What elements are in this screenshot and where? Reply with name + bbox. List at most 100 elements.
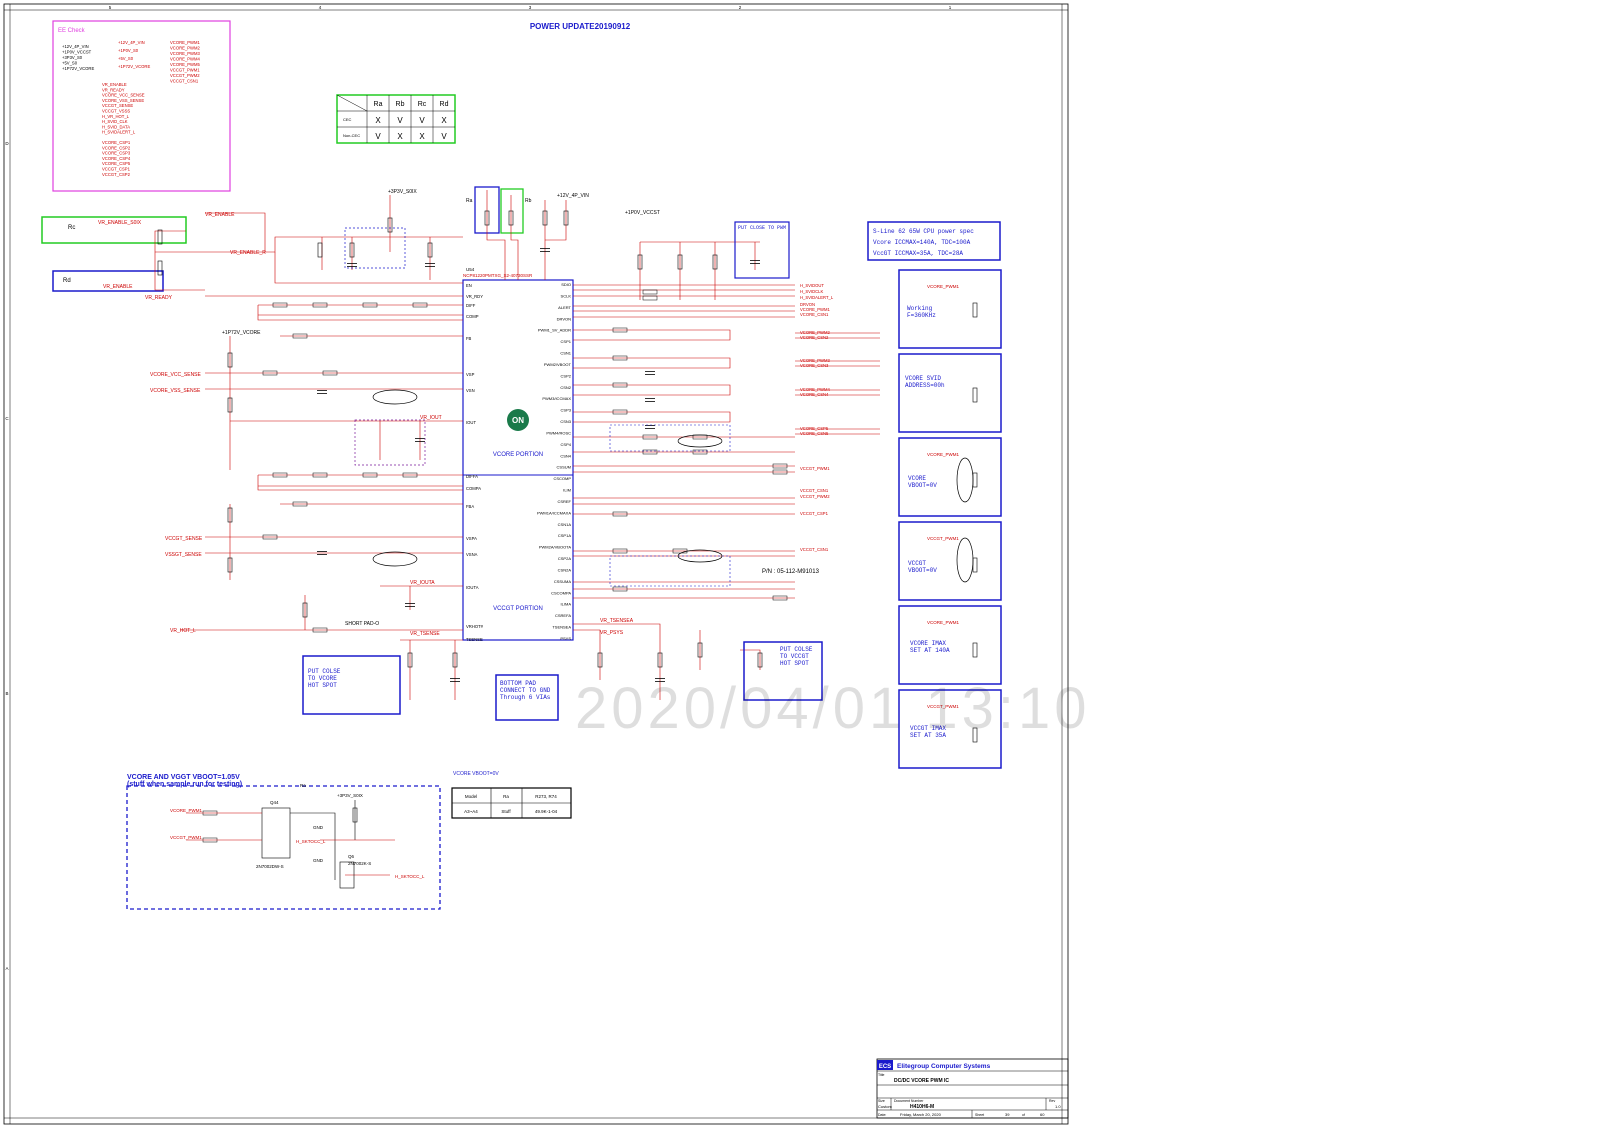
svg-text:VCORE_PWM1: VCORE_PWM1 bbox=[927, 284, 960, 289]
svg-text:VR_ENABLE_S0IX: VR_ENABLE_S0IX bbox=[98, 220, 142, 226]
resistor-symbol bbox=[972, 557, 978, 573]
ic-pin-right: PWM1_SV_ADDR bbox=[538, 328, 571, 333]
right-net: H_SVIDALERT_L bbox=[800, 295, 834, 300]
svg-text:VR_PSYS: VR_PSYS bbox=[600, 630, 624, 636]
rtable-header: Rd bbox=[440, 101, 449, 108]
svg-text:Ra: Ra bbox=[466, 198, 473, 204]
rtable-cell: V bbox=[441, 132, 447, 141]
border-col-3: 3 bbox=[529, 5, 532, 10]
ic-pin-right: PSYS bbox=[560, 636, 571, 641]
svg-text:of: of bbox=[1022, 1113, 1025, 1117]
svg-text:VR_TSENSEA: VR_TSENSEA bbox=[600, 618, 634, 624]
sheet-number: 39 bbox=[1005, 1112, 1010, 1117]
right-net: VCCGT_PWM2 bbox=[800, 494, 830, 499]
ee-csp-net: VCORE_CSP1 bbox=[102, 140, 131, 145]
right-net: VCCGT_PWM1 bbox=[800, 466, 830, 471]
right-net: VCORE_CSN5 bbox=[800, 431, 829, 436]
svg-text:VCCGT_PWM1: VCCGT_PWM1 bbox=[927, 536, 959, 541]
svg-text:Q6: Q6 bbox=[348, 854, 355, 859]
ic-part-number: NCP81220PMTXG_S2-40730SSR bbox=[463, 273, 533, 278]
ee-pwm-net: VCORE_PWM5 bbox=[170, 62, 200, 67]
ee-check-box: EE Check +12V_4P_VIN+1P0V_VCCST+3P3V_S0+… bbox=[52, 20, 231, 192]
svg-text:VCORE_PWM1: VCORE_PWM1 bbox=[170, 808, 203, 813]
ee-pwm-net: VCCGT_PWM2 bbox=[170, 73, 200, 78]
vboot-table-cell: 49.9K-1-04 bbox=[535, 809, 558, 814]
svg-text:S-Line 62 65W CPU power spec: S-Line 62 65W CPU power spec bbox=[873, 228, 974, 235]
svg-text:VR_IOUTA: VR_IOUTA bbox=[410, 580, 435, 586]
revision: 1.0 bbox=[1055, 1104, 1061, 1109]
resistor-symbol bbox=[972, 387, 978, 403]
timestamp-watermark: 2020/04/01 13:10 bbox=[575, 676, 1091, 741]
ee-csp-net: VCCGT_CSP1 bbox=[102, 167, 131, 172]
svg-text:Ra: Ra bbox=[300, 783, 306, 788]
vcore-vcc-sense-label: VCORE_VCC_SENSE bbox=[150, 372, 202, 378]
right-net: VCORE_CSN2 bbox=[800, 335, 829, 340]
rtable-cell: X bbox=[397, 132, 403, 141]
ic-pin-right: CSP4 bbox=[561, 442, 572, 447]
rtable-cell: V bbox=[375, 132, 381, 141]
svg-text:Rd: Rd bbox=[63, 278, 71, 284]
svg-text:Rev: Rev bbox=[1049, 1099, 1055, 1103]
ic-pin-right: CSP1A bbox=[558, 533, 571, 538]
resistor-symbol bbox=[642, 289, 658, 295]
ee-rail-list: +12V_4P_VIN+1P0V_VCCST+3P3V_S0+5V_S0+1P7… bbox=[62, 44, 94, 71]
svg-text:+1P72V_VCORE: +1P72V_VCORE bbox=[222, 330, 261, 336]
working-frequency: Working F=360KHz bbox=[907, 305, 936, 319]
ic-pin-right: PWM2/VBOOT bbox=[544, 362, 572, 367]
ee-enable-net: VCCGT_SENSE bbox=[102, 103, 133, 108]
ee-pwm-net: VCORE_PWM3 bbox=[170, 51, 200, 56]
resistor-symbol bbox=[157, 229, 163, 245]
ee-enable-net: VR_ENABLE bbox=[102, 82, 127, 87]
ee-rail: +1P72V_VCORE bbox=[62, 66, 94, 71]
rtable-cell: V bbox=[419, 116, 425, 125]
svg-text:H_SKTOCC_L: H_SKTOCC_L bbox=[395, 874, 425, 879]
svg-text:Date:: Date: bbox=[878, 1113, 886, 1117]
ee-pwm-net: VCCGT_CSN1 bbox=[170, 79, 199, 84]
ic-pin-left: DIFFA bbox=[466, 474, 478, 479]
ee-enable-net: H_SVIDALERT_L bbox=[102, 130, 136, 135]
ic-pin-left: EN bbox=[466, 283, 472, 288]
rd-option-box: Rd VR_ENABLE bbox=[52, 270, 164, 292]
ee-rail-net: +5V_S0 bbox=[118, 56, 134, 61]
ic-pin-left: COMP bbox=[466, 314, 479, 319]
vboot-table-cell: R273, R74 bbox=[535, 794, 557, 799]
ic-pin-left: VSN bbox=[466, 388, 475, 393]
ee-enable-net: VCCGT_VSSS bbox=[102, 109, 130, 114]
svg-text:SHORT PAD-O: SHORT PAD-O bbox=[345, 621, 379, 627]
ic-pin-right: ALERT bbox=[558, 305, 571, 310]
border-column-labels: 5 4 3 2 1 bbox=[109, 5, 952, 10]
vcore-vss-sense-label: VCORE_VSS_SENSE bbox=[150, 388, 201, 394]
rtable-cell: X bbox=[419, 132, 425, 141]
ee-csp-net: VCORE_CSP4 bbox=[102, 156, 131, 161]
vssgt-sense-label: VSSGT_SENSE bbox=[165, 552, 202, 558]
resistor-option-table: Ra Rb Rc RdCEC X V V XNon-CEC V X X V bbox=[336, 94, 456, 144]
svg-text:2N7002DW-S: 2N7002DW-S bbox=[256, 864, 284, 869]
vboot-table-cell: A3~A4 bbox=[464, 809, 478, 814]
svg-text:VR_ENABLE: VR_ENABLE bbox=[205, 212, 235, 218]
ic-pin-left: IOUT bbox=[466, 420, 476, 425]
ic-pin-right: CSREF bbox=[557, 499, 571, 504]
svg-text:Rb: Rb bbox=[525, 198, 532, 204]
ic-pin-right: CSREFA bbox=[555, 613, 571, 618]
svg-text:Sheet: Sheet bbox=[975, 1113, 984, 1117]
vccgt-portion-label: VCCGT PORTION bbox=[493, 606, 543, 612]
pwm-controller-ic: VCORE PORTION VCCGT PORTION NCP81220PMTX… bbox=[462, 267, 574, 642]
ee-rail-nets: +12V_4P_VIN +1P0V_S0 +5V_S0 +1P72V_VCORE bbox=[118, 40, 150, 69]
svg-text:VR_IOUT: VR_IOUT bbox=[420, 415, 442, 421]
svg-text:VCORE_PWM1: VCORE_PWM1 bbox=[927, 620, 960, 625]
right-net: VCCGT_CSP1 bbox=[800, 511, 829, 516]
border-row-D: D bbox=[5, 141, 9, 146]
svg-text:(stuff when sample run for tes: (stuff when sample run for testing) bbox=[127, 781, 242, 788]
company-name: Elitegroup Computer Systems bbox=[897, 1063, 991, 1070]
schematic-sheet: 5 4 3 2 1 D C B A POWER UPDATE20190912 EE Check… bbox=[0, 0, 1600, 1131]
ee-csp-net: VCORE_CSP5 bbox=[102, 161, 131, 166]
svg-text:VCORE AND VGGT VBOOT=1.05V: VCORE AND VGGT VBOOT=1.05V bbox=[127, 774, 240, 781]
resistor-symbol bbox=[972, 472, 978, 488]
ee-enable-net: VR_READY bbox=[102, 87, 125, 92]
ee-rail: +3P3V_S0 bbox=[62, 55, 83, 60]
ee-csp-net: VCORE_CSP2 bbox=[102, 145, 131, 150]
right-net: VCCGT_CSN1 bbox=[800, 547, 829, 552]
ic-pin-right: PWM3/ICCMAX bbox=[542, 396, 571, 401]
ic-pin-right: CSN2A bbox=[558, 567, 572, 572]
ee-pwm-net: VCORE_PWM1 bbox=[170, 40, 200, 45]
